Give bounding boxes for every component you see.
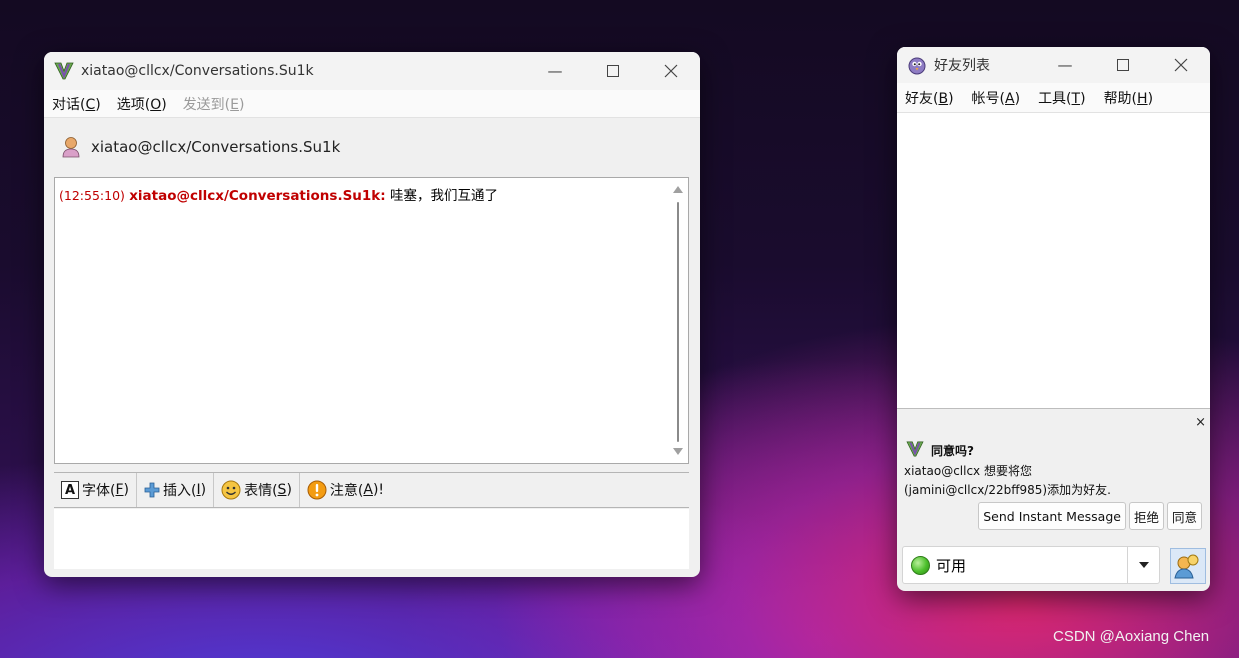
close-button[interactable] bbox=[1152, 47, 1210, 83]
scroll-up-arrow-icon[interactable] bbox=[673, 186, 683, 193]
scroll-down-arrow-icon[interactable] bbox=[673, 448, 683, 455]
contact-header: xiatao@cllcx/Conversations.Su1k bbox=[44, 118, 700, 176]
buddy-icon-button[interactable] bbox=[1170, 548, 1206, 584]
dismiss-icon[interactable]: × bbox=[1195, 415, 1206, 430]
buddy-menubar: 好友(B) 帐号(A) 工具(T) 帮助(H) bbox=[897, 83, 1210, 113]
pidgin-logo-icon bbox=[905, 441, 925, 460]
request-actions: Send Instant Message 拒绝 同意 bbox=[978, 502, 1202, 530]
buddy-list-window: 好友列表 — 好友(B) 帐号(A) 工具(T) 帮助(H) × 同意吗? xi… bbox=[897, 47, 1210, 591]
menu-tools[interactable]: 工具(T) bbox=[1030, 88, 1094, 108]
contact-name: xiatao@cllcx/Conversations.Su1k bbox=[91, 138, 341, 156]
close-button[interactable] bbox=[642, 52, 700, 90]
accept-button[interactable]: 同意 bbox=[1166, 502, 1202, 530]
menu-options[interactable]: 选项(O) bbox=[109, 94, 175, 114]
menu-conversation[interactable]: 对话(C) bbox=[44, 94, 109, 114]
attention-icon bbox=[307, 480, 327, 500]
add-buddy-request: × 同意吗? xiatao@cllcx 想要将您 (jamini@cllcx/2… bbox=[897, 413, 1210, 537]
menu-send-to[interactable]: 发送到(E) bbox=[175, 94, 253, 114]
request-message: xiatao@cllcx 想要将您 (jamini@cllcx/22bff985… bbox=[904, 464, 1111, 497]
close-icon bbox=[1174, 58, 1188, 72]
buddy-list[interactable] bbox=[897, 113, 1210, 409]
status-dropdown-button[interactable] bbox=[1127, 547, 1159, 583]
pidgin-bird-icon bbox=[906, 54, 928, 76]
available-status-icon bbox=[911, 555, 930, 575]
pidgin-logo-icon bbox=[53, 60, 75, 82]
status-label: 可用 bbox=[936, 556, 967, 575]
message-line: (12:55:10) xiatao@cllcx/Conversations.Su… bbox=[59, 184, 684, 204]
chat-window: xiatao@cllcx/Conversations.Su1k — 对话(C) … bbox=[44, 52, 700, 577]
smiley-button[interactable]: 表情(S) bbox=[214, 473, 300, 507]
menu-buddies[interactable]: 好友(B) bbox=[897, 88, 962, 108]
buddy-window-title: 好友列表 bbox=[934, 58, 990, 74]
reject-button[interactable]: 拒绝 bbox=[1128, 502, 1164, 530]
message-timestamp: (12:55:10) bbox=[59, 188, 125, 203]
maximize-icon bbox=[607, 65, 619, 77]
chat-window-title: xiatao@cllcx/Conversations.Su1k bbox=[81, 63, 314, 79]
send-im-button[interactable]: Send Instant Message bbox=[978, 502, 1126, 530]
scrollbar-thumb[interactable] bbox=[677, 202, 679, 442]
message-text: 哇塞，我们互通了 bbox=[389, 188, 498, 204]
buddy-avatar-icon bbox=[1174, 554, 1199, 579]
message-input[interactable] bbox=[54, 509, 689, 569]
attention-button[interactable]: 注意(A)! bbox=[300, 473, 391, 507]
maximize-icon bbox=[1117, 59, 1129, 71]
font-button[interactable]: A 字体(F) bbox=[54, 473, 137, 507]
menu-accounts[interactable]: 帐号(A) bbox=[964, 88, 1029, 108]
maximize-button[interactable] bbox=[1094, 47, 1152, 83]
message-sender: xiatao@cllcx/Conversations.Su1k: bbox=[129, 188, 386, 204]
request-title: 同意吗? bbox=[905, 441, 974, 460]
watermark: CSDN @Aoxiang Chen bbox=[1053, 628, 1210, 645]
maximize-button[interactable] bbox=[584, 52, 642, 90]
conversation-history[interactable]: (12:55:10) xiatao@cllcx/Conversations.Su… bbox=[54, 177, 689, 464]
font-icon: A bbox=[61, 481, 79, 499]
smiley-icon bbox=[221, 480, 241, 500]
buddy-titlebar[interactable]: 好友列表 — bbox=[897, 47, 1210, 83]
minimize-button[interactable]: — bbox=[1036, 47, 1094, 83]
status-selector[interactable]: 可用 bbox=[902, 546, 1160, 584]
person-icon bbox=[62, 137, 80, 158]
minimize-button[interactable]: — bbox=[526, 52, 584, 90]
plus-icon bbox=[144, 482, 160, 498]
menu-help[interactable]: 帮助(H) bbox=[1096, 88, 1161, 108]
close-icon bbox=[664, 64, 678, 78]
chat-titlebar[interactable]: xiatao@cllcx/Conversations.Su1k — bbox=[44, 52, 700, 90]
format-toolbar: A 字体(F) 插入(I) 表情(S) 注意(A)! bbox=[54, 472, 689, 508]
chat-menubar: 对话(C) 选项(O) 发送到(E) bbox=[44, 90, 700, 118]
chevron-down-icon bbox=[1138, 562, 1149, 568]
history-scrollbar[interactable] bbox=[668, 178, 688, 463]
insert-button[interactable]: 插入(I) bbox=[137, 473, 215, 507]
